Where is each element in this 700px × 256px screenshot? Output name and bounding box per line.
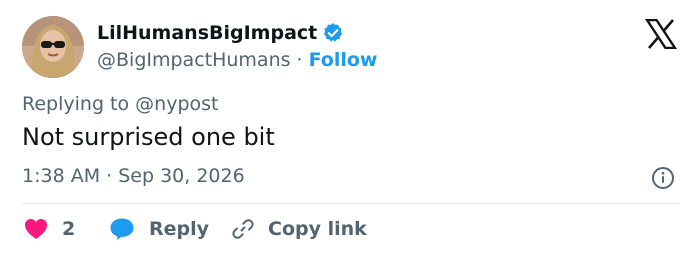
reply-button[interactable]: Reply — [109, 213, 209, 245]
separator-dot: · — [296, 49, 303, 71]
follow-button[interactable]: Follow — [309, 49, 378, 71]
speech-bubble-icon — [109, 217, 135, 241]
like-count: 2 — [62, 218, 76, 240]
copy-link-button[interactable]: Copy link — [231, 213, 367, 245]
reply-label: Reply — [149, 218, 210, 240]
divider — [22, 203, 679, 204]
tweet-text: Not surprised one bit — [22, 123, 275, 151]
heart-icon — [24, 218, 48, 240]
avatar-photo — [22, 16, 84, 78]
action-bar: 2 Reply Copy link — [22, 213, 682, 245]
avatar[interactable] — [22, 16, 84, 78]
verified-badge-icon — [322, 22, 344, 44]
display-name[interactable]: LilHumansBigImpact — [97, 22, 317, 44]
handle-row: @BigImpactHumans · Follow — [97, 47, 377, 73]
like-button[interactable]: 2 — [24, 213, 75, 245]
author-name-row: LilHumansBigImpact — [97, 20, 344, 46]
copy-link-label: Copy link — [268, 218, 367, 240]
author-handle[interactable]: @BigImpactHumans — [97, 49, 291, 71]
link-icon — [231, 217, 255, 241]
reply-context[interactable]: Replying to @nypost — [22, 93, 218, 115]
info-icon[interactable] — [651, 166, 675, 190]
tweet-embed-card: LilHumansBigImpact @BigImpactHumans · Fo… — [0, 0, 700, 256]
timestamp[interactable]: 1:38 AM · Sep 30, 2026 — [22, 165, 245, 187]
x-logo-icon[interactable] — [644, 18, 678, 50]
